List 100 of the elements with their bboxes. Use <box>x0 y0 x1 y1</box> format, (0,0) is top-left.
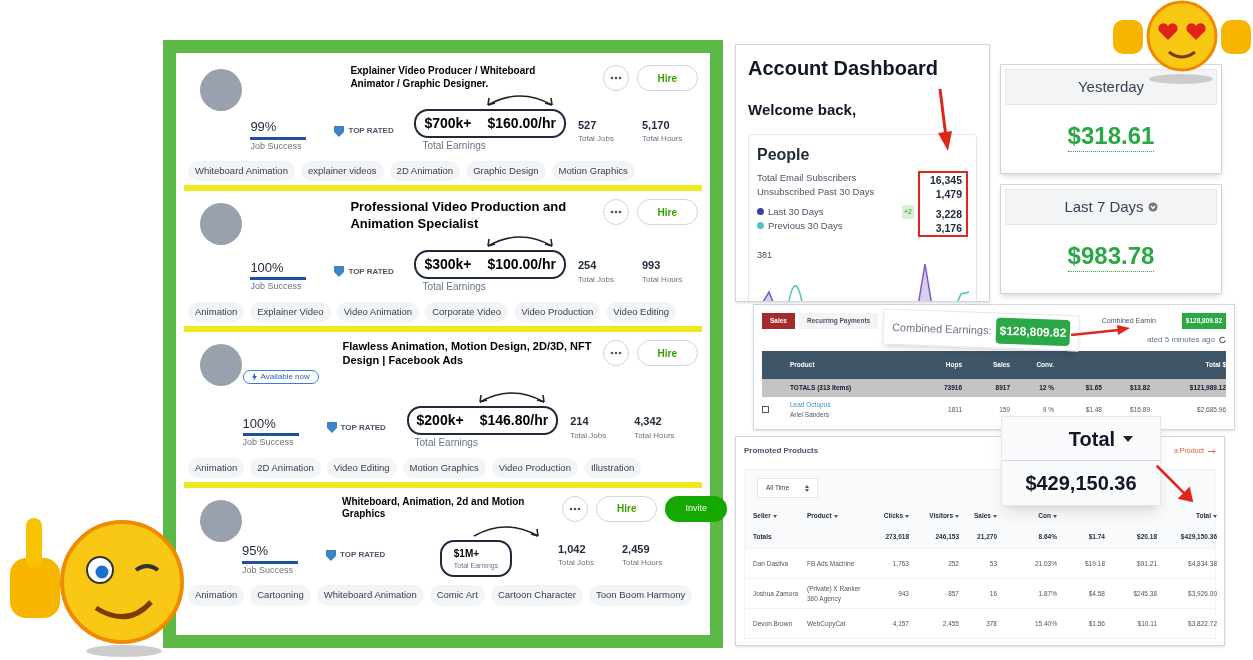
job-success-label: Job Success <box>242 563 295 577</box>
total-hours-label: Total Hours <box>634 429 676 442</box>
job-success-value: 100% <box>250 258 285 277</box>
total-jobs-value: 254 <box>578 258 598 274</box>
skill-tag[interactable]: Explainer Video <box>250 301 331 322</box>
job-success-value: 95% <box>242 542 270 561</box>
pointer-arrow <box>1155 464 1195 504</box>
shield-icon <box>326 422 337 433</box>
total-earnings-label: Total Earnings <box>422 279 486 294</box>
skill-tag[interactable]: Cartooning <box>250 585 311 606</box>
total-jobs-value: 214 <box>570 414 590 429</box>
dropdown-icon[interactable] <box>1147 202 1158 212</box>
skill-tag[interactable]: Corporate Video <box>425 301 509 322</box>
top-rated-label: TOP RATED <box>348 265 394 278</box>
hourly-rate: $100.00/hr <box>487 254 556 274</box>
shield-icon <box>334 266 345 278</box>
callout-label: Combined Earnings: <box>891 319 992 339</box>
skill-tag[interactable]: Illustration <box>583 457 642 478</box>
skill-tag[interactable]: Motion Graphics <box>551 161 635 182</box>
skill-tag[interactable]: Whiteboard Animation <box>188 161 295 182</box>
job-success-value: 99% <box>250 118 278 136</box>
skill-tag[interactable]: Graphic Design <box>466 161 546 182</box>
skill-tag[interactable]: Video Production <box>514 301 601 322</box>
skill-tag[interactable]: Animation <box>188 585 245 606</box>
sort-icon <box>955 514 959 518</box>
total-earnings-value: $1M+ <box>453 546 481 561</box>
hourly-rate: $146.80/hr <box>479 410 549 430</box>
stat-label: Total Email Subscribers <box>757 170 858 185</box>
sort-icon <box>833 514 838 518</box>
total-jobs-value: 1,042 <box>558 541 587 557</box>
skill-tag[interactable]: Video Editing <box>606 301 677 322</box>
profile-title: Professional Video Production and Animation Specialist <box>350 199 568 232</box>
skill-tag[interactable]: Animation <box>188 301 245 322</box>
profile-title: Whiteboard, Animation, 2d and Motion Graphics <box>342 495 526 521</box>
stat-value: 16,345 <box>928 172 962 187</box>
sort-icon <box>772 514 777 518</box>
more-icon <box>609 210 622 215</box>
skill-tag[interactable]: Whiteboard Animation <box>316 585 424 606</box>
total-jobs-label: Total Jobs <box>570 429 608 442</box>
job-success-label: Job Success <box>242 436 295 449</box>
legend-label: Previous 30 Days <box>768 218 843 233</box>
sort-icon <box>805 484 810 492</box>
total-jobs-value: 527 <box>578 117 598 133</box>
legend-label: Last 30 Days <box>768 204 824 219</box>
sort-icon <box>1213 514 1217 518</box>
updated-time: ated 5 minutes ago <box>1146 333 1215 346</box>
shield-icon <box>326 549 336 561</box>
skill-tag[interactable]: 2D Animation <box>250 457 321 478</box>
callout-amount: $128,809.82 <box>995 317 1071 347</box>
skill-tag[interactable]: Video Editing <box>326 457 397 478</box>
total-jobs-label: Total Jobs <box>558 557 596 570</box>
avatar-placeholder <box>200 69 242 111</box>
welcome-text: Welcome back, <box>748 100 858 120</box>
arrow-icon <box>1208 448 1216 454</box>
skill-tag[interactable]: 2D Animation <box>389 161 461 182</box>
period-label: Last 7 Days <box>1064 196 1144 217</box>
total-hours-value: 993 <box>642 258 662 274</box>
total-earnings-label: Total Earnings <box>422 139 486 153</box>
callout-amount: $429,150.36 <box>1025 471 1137 496</box>
job-success-label: Job Success <box>250 280 303 294</box>
lightning-icon <box>251 372 257 381</box>
people-title: People <box>757 144 811 165</box>
total-hours-label: Total Hours <box>642 273 684 286</box>
skill-tag[interactable]: explainer videos <box>300 161 384 182</box>
total-jobs-label: Total Jobs <box>578 133 616 145</box>
more-icon <box>569 506 581 511</box>
chart-max-label: 381 <box>757 248 774 262</box>
earnings-amount: $983.78 <box>1067 240 1155 272</box>
total-hours-value: 2,459 <box>622 541 651 557</box>
stat-value: 3,176 <box>934 220 962 235</box>
avatar-placeholder <box>200 499 242 542</box>
skill-tag[interactable]: Cartoon Character <box>490 585 584 606</box>
skill-tag[interactable]: Video Production <box>491 457 578 478</box>
stat-value: 3,228 <box>934 206 962 221</box>
skill-tag[interactable]: Toon Boom Harmony <box>589 585 693 606</box>
total-hours-value: 5,170 <box>642 117 671 133</box>
more-icon <box>609 351 622 355</box>
panel-title: Promoted Products <box>744 445 819 457</box>
skill-tag[interactable]: Animation <box>188 457 245 478</box>
earnings-amount: $318.61 <box>1067 120 1155 152</box>
skill-tag[interactable]: Video Animation <box>336 301 420 322</box>
expand-icon[interactable] <box>762 406 769 414</box>
total-hours-label: Total Hours <box>622 557 664 570</box>
dashboard-title: Account Dashboard <box>748 56 940 81</box>
total-hours-label: Total Hours <box>642 133 684 145</box>
more-icon <box>609 76 622 80</box>
stat-label: Unsubscribed Past 30 Days <box>757 184 876 199</box>
skill-tag[interactable]: Comic Art <box>429 585 485 606</box>
job-success-value: 100% <box>242 414 277 433</box>
total-earnings-value: $700k+ <box>424 114 472 133</box>
shield-icon <box>334 125 345 137</box>
sort-icon <box>1053 514 1057 518</box>
top-rated-label: TOP RATED <box>340 421 386 434</box>
skill-tag[interactable]: Motion Graphics <box>402 457 486 478</box>
refresh-icon[interactable] <box>1219 336 1226 344</box>
caret-icon <box>1123 435 1134 442</box>
sort-icon <box>905 514 909 518</box>
total-earnings-value: $300k+ <box>424 254 472 274</box>
sort-icon <box>993 514 997 518</box>
avatar-placeholder <box>200 344 242 386</box>
